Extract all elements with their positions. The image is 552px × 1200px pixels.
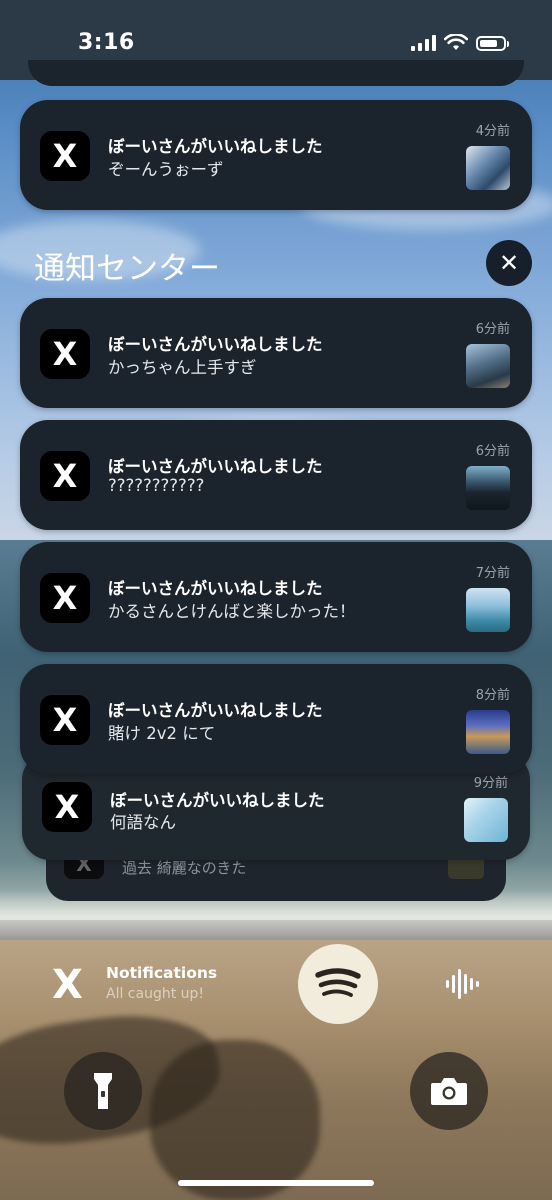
camera-button[interactable]	[410, 1052, 488, 1130]
notification-title: ぼーいさんがいいねしました	[108, 137, 323, 156]
notification-body: ???????????	[108, 476, 205, 495]
notification-title: ぼーいさんがいいねしました	[108, 579, 323, 598]
widget-subtitle: All caught up!	[106, 986, 205, 1002]
x-app-icon: X	[40, 131, 90, 181]
notification-card[interactable]: X ぼーいさんがいいねしました かるさんとけんばと楽しかった！ 7分前	[20, 542, 532, 652]
notification-body: 賭け 2v2 にて	[108, 724, 216, 743]
notification-title: ぼーいさんがいいねしました	[108, 701, 323, 720]
x-app-icon: X	[42, 782, 92, 832]
notification-thumbnail	[466, 588, 510, 632]
notification-title: ぼーいさんがいいねしました	[110, 791, 325, 810]
notification-thumbnail	[466, 466, 510, 510]
notification-center-title: 通知センター	[34, 251, 220, 287]
notification-card[interactable]: X ぼーいさんがいいねしました かっちゃん上手すぎ 6分前	[20, 298, 532, 408]
x-app-icon: X	[40, 573, 90, 623]
waveform-icon[interactable]	[444, 966, 480, 1002]
spotify-button[interactable]	[298, 944, 378, 1024]
stacked-notification-text: 過去 綺麗なのきた	[122, 859, 247, 877]
x-app-icon: X	[40, 695, 90, 745]
notification-time: 8分前	[475, 688, 510, 703]
notification-card[interactable]: X ぼーいさんがいいねしました 賭け 2v2 にて 8分前	[20, 664, 532, 774]
home-indicator[interactable]	[178, 1180, 374, 1186]
signal-icon	[411, 35, 436, 51]
wifi-icon	[444, 34, 468, 50]
notification-thumbnail	[466, 710, 510, 754]
battery-icon	[476, 35, 509, 51]
notification-thumbnail	[466, 344, 510, 388]
notification-card[interactable]: X ぼーいさんがいいねしました ぞーんうぉーず 4分前	[20, 100, 532, 210]
notification-thumbnail	[466, 146, 510, 190]
widget-title: Notifications	[106, 964, 218, 982]
notification-title: ぼーいさんがいいねしました	[108, 335, 323, 354]
x-app-icon: X	[40, 451, 90, 501]
notification-title: ぼーいさんがいいねしました	[108, 457, 323, 476]
notification-body: 何語なん	[110, 813, 176, 832]
spotify-icon	[315, 968, 361, 997]
clear-notifications-button[interactable]: ✕	[486, 240, 532, 286]
notification-time: 7分前	[475, 566, 510, 581]
x-logo-icon: X	[52, 962, 83, 1008]
status-time: 3:16	[78, 30, 135, 55]
shadow	[150, 1040, 320, 1200]
notification-time: 9分前	[473, 776, 508, 791]
notification-card[interactable]: X ぼーいさんがいいねしました ??????????? 6分前	[20, 420, 532, 530]
x-app-icon: X	[40, 329, 90, 379]
camera-icon	[431, 1078, 467, 1105]
notification-partial[interactable]	[28, 60, 524, 86]
notification-thumbnail	[464, 798, 508, 842]
notification-body: ぞーんうぉーず	[108, 160, 224, 179]
notification-time: 4分前	[475, 124, 510, 139]
notification-body: かるさんとけんばと楽しかった！	[108, 602, 356, 621]
status-icons	[411, 34, 509, 52]
flashlight-icon	[94, 1073, 112, 1109]
notification-time: 6分前	[475, 444, 510, 459]
notification-body: かっちゃん上手すぎ	[108, 358, 257, 377]
notification-time: 6分前	[475, 322, 510, 337]
stacked-notification[interactable]: X 過去 綺麗なのきた	[46, 855, 506, 901]
flashlight-button[interactable]	[64, 1052, 142, 1130]
